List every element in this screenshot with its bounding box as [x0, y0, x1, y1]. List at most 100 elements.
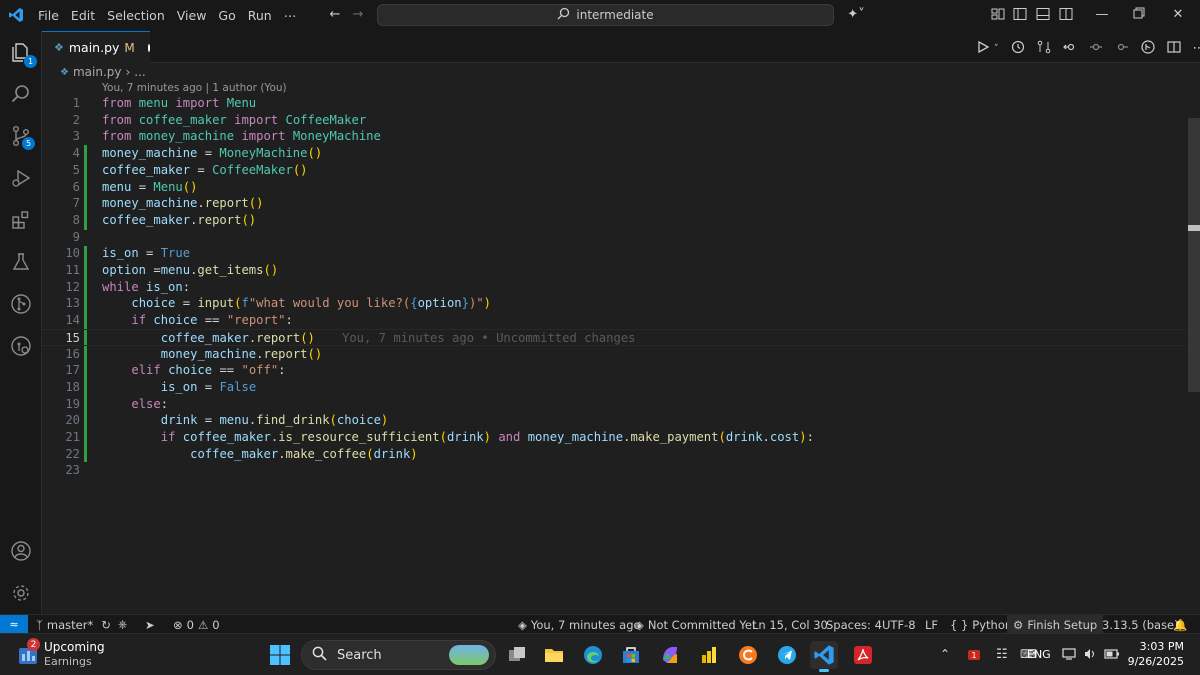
code-text[interactable]: drink = menu.find_drink(choice)	[102, 412, 389, 429]
code-text[interactable]: option =menu.get_items()	[102, 262, 278, 279]
clock-date[interactable]: 9/26/2025	[1118, 655, 1184, 668]
indentation[interactable]: Spaces: 4	[826, 615, 882, 634]
timeline-history-icon[interactable]	[1011, 39, 1025, 58]
toggle-panel-icon[interactable]	[1035, 7, 1051, 23]
git-graph-status-icon[interactable]: ⎈	[118, 615, 127, 634]
code-text[interactable]: else:	[102, 396, 168, 413]
commit-dot-icon[interactable]	[1089, 39, 1103, 58]
menu-go[interactable]: Go	[212, 8, 241, 23]
command-center[interactable]: intermediate	[377, 4, 834, 26]
toggle-primary-sidebar-icon[interactable]	[1012, 7, 1028, 23]
remote-indicator-icon[interactable]: ≈	[0, 615, 28, 634]
customize-layout-icon[interactable]	[990, 7, 1006, 23]
code-line[interactable]: 3 from money_machine import MoneyMachine	[42, 128, 1186, 145]
scrollbar-thumb[interactable]	[1188, 118, 1200, 392]
code-line[interactable]: 18 is_on = False	[42, 379, 1186, 396]
previous-revision-icon[interactable]	[1062, 39, 1077, 58]
code-line[interactable]: 2 from coffee_maker import CoffeeMaker	[42, 112, 1186, 129]
code-text[interactable]: while is_on:	[102, 279, 190, 296]
source-control-icon[interactable]: 5	[0, 115, 42, 157]
menu-edit[interactable]: Edit	[65, 8, 101, 23]
toggle-secondary-sidebar-icon[interactable]	[1058, 7, 1074, 23]
code-line[interactable]: 6 menu = Menu()	[42, 179, 1186, 196]
code-line[interactable]: 13 choice = input(f"what would you like?…	[42, 295, 1186, 312]
forward-arrow-icon[interactable]: →	[350, 7, 366, 23]
code-line[interactable]: 4 money_machine = MoneyMachine()	[42, 145, 1186, 162]
menu-selection[interactable]: Selection	[101, 8, 171, 23]
split-editor-icon[interactable]	[1166, 39, 1181, 58]
code-line[interactable]: 16 money_machine.report()	[42, 346, 1186, 363]
code-text[interactable]: if coffee_maker.is_resource_sufficient(d…	[102, 429, 814, 446]
finish-setup-button[interactable]: ⚙ Finish Setup	[1007, 615, 1104, 634]
code-text[interactable]: is_on = True	[102, 245, 190, 262]
language-mode[interactable]: { } Python	[950, 615, 1012, 634]
code-line[interactable]: 10 is_on = True	[42, 245, 1186, 262]
restore-icon[interactable]	[1131, 7, 1147, 23]
menu-run[interactable]: Run	[242, 8, 278, 23]
code-text[interactable]: choice = input(f"what would you like?({o…	[102, 295, 491, 312]
code-line[interactable]: 19 else:	[42, 396, 1186, 413]
cursor-position[interactable]: Ln 15, Col 30	[752, 615, 828, 634]
code-text[interactable]: from money_machine import MoneyMachine	[102, 128, 381, 145]
code-line[interactable]: 12 while is_on:	[42, 279, 1186, 296]
run-dropdown-chevron-icon[interactable]: ˅	[994, 44, 999, 54]
widget-title[interactable]: Upcoming	[44, 640, 105, 654]
task-view-icon[interactable]	[503, 641, 531, 669]
code-editor[interactable]: You, 7 minutes ago | 1 author (You) 1 fro…	[42, 81, 1186, 614]
code-line[interactable]: 14 if choice == "report":	[42, 312, 1186, 329]
tab-main-py[interactable]: ❖ main.py M	[42, 31, 150, 63]
encoding[interactable]: UTF-8	[882, 615, 916, 634]
close-icon[interactable]: ✕	[1170, 7, 1186, 23]
code-line[interactable]: 7 money_machine.report()	[42, 195, 1186, 212]
microsoft-store-icon[interactable]	[617, 641, 645, 669]
more-actions-icon[interactable]: ⋯	[1193, 41, 1200, 56]
explorer-icon[interactable]: 1	[0, 31, 42, 73]
code-text[interactable]: coffee_maker.report()	[102, 212, 256, 229]
git-graph-icon[interactable]	[0, 283, 42, 325]
blame-status[interactable]: ◈ You, 7 minutes ago	[518, 615, 641, 634]
telegram-icon[interactable]	[773, 641, 801, 669]
windows-start-icon[interactable]	[266, 641, 294, 669]
code-text[interactable]: coffee_maker = CoffeeMaker()	[102, 162, 308, 179]
breadcrumb-file[interactable]: main.py	[73, 65, 122, 79]
edge-browser-icon[interactable]	[579, 641, 607, 669]
code-text[interactable]: money_machine.report()	[102, 346, 322, 363]
unsaved-dot-icon[interactable]	[147, 43, 150, 52]
run-python-file-icon[interactable]	[976, 39, 990, 58]
testing-flask-icon[interactable]	[0, 241, 42, 283]
code-line[interactable]: 15 coffee_maker.report() You, 7 minutes a…	[42, 328, 1186, 347]
run-debug-icon[interactable]	[0, 157, 42, 199]
acrobat-reader-icon[interactable]	[849, 641, 877, 669]
quick-settings[interactable]	[1062, 646, 1120, 665]
sync-icon[interactable]: ↻	[101, 618, 111, 632]
notifications-bell-icon[interactable]: 🔔	[1173, 615, 1187, 634]
deploy-rocket-icon[interactable]: ➤	[145, 615, 155, 634]
tray-app-icon[interactable]: 1	[966, 647, 982, 667]
code-text[interactable]: coffee_maker.report()	[102, 330, 315, 347]
widget-subtitle[interactable]: Earnings	[44, 655, 92, 668]
extensions-icon[interactable]	[0, 199, 42, 241]
code-text[interactable]: elif choice == "off":	[102, 362, 285, 379]
code-line[interactable]: 8 coffee_maker.report()	[42, 212, 1186, 229]
code-line[interactable]: 9	[42, 229, 1186, 246]
power-bi-icon[interactable]	[695, 641, 723, 669]
code-text[interactable]: menu = Menu()	[102, 179, 197, 196]
gitlens-icon[interactable]	[0, 325, 42, 367]
commit-state-status[interactable]: ◈ Not Committed Yet	[635, 615, 756, 634]
tray-grid-icon[interactable]: ☷	[996, 647, 1008, 662]
open-changes-icon[interactable]	[1037, 39, 1051, 58]
manage-gear-icon[interactable]	[0, 572, 42, 614]
code-text[interactable]: money_machine = MoneyMachine()	[102, 145, 322, 162]
menu-file[interactable]: File	[32, 8, 65, 23]
input-language[interactable]: ENG	[1027, 648, 1051, 661]
breadcrumb-more[interactable]: ...	[134, 65, 145, 79]
clock-time[interactable]: 3:03 PM	[1128, 640, 1184, 653]
code-text[interactable]: is_on = False	[102, 379, 256, 396]
code-text[interactable]: money_machine.report()	[102, 195, 263, 212]
vscode-taskbar-icon[interactable]	[810, 641, 838, 672]
search-view-icon[interactable]	[0, 73, 42, 115]
accounts-icon[interactable]	[0, 530, 42, 572]
code-text[interactable]: if choice == "report":	[102, 312, 292, 329]
code-line[interactable]: 1 from menu import Menu	[42, 95, 1186, 112]
next-revision-icon[interactable]	[1115, 39, 1129, 58]
